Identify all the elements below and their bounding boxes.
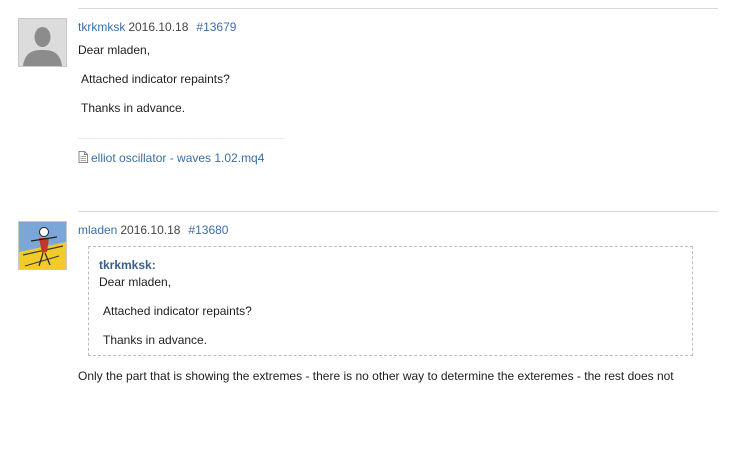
attachment: elliot oscillator - waves 1.02.mq4 [78, 151, 264, 166]
author-link[interactable]: mladen [78, 223, 117, 237]
attachment-divider [78, 138, 285, 139]
post-divider [78, 8, 718, 9]
post-meta: tkrkmksk 2016.10.18 #13679 [78, 20, 236, 34]
post-meta: mladen 2016.10.18 #13680 [78, 223, 228, 237]
avatar[interactable] [18, 221, 67, 270]
quote-line: Dear mladen, [99, 275, 172, 289]
quote-block: tkrkmksk: Dear mladen, Attached indicato… [88, 246, 693, 356]
quote-line: Attached indicator repaints? [103, 304, 252, 318]
post-divider [78, 211, 718, 212]
attachment-link[interactable]: elliot oscillator - waves 1.02.mq4 [91, 151, 264, 165]
author-link[interactable]: tkrkmksk [78, 20, 125, 34]
post-body-line: Attached indicator repaints? [81, 72, 230, 86]
post-date: 2016.10.18 [120, 223, 181, 237]
post-date: 2016.10.18 [128, 20, 189, 34]
quote-line: Thanks in advance. [103, 333, 208, 347]
post-13679: tkrkmksk 2016.10.18 #13679 Dear mladen, At… [18, 8, 718, 208]
default-user-avatar-icon [19, 19, 66, 66]
avatar[interactable] [18, 18, 67, 67]
mladen-user-avatar-icon [19, 222, 66, 269]
reply-text: Only the part that is showing the extrem… [78, 369, 674, 383]
post-body-line: Dear mladen, [78, 43, 151, 57]
post-number-link[interactable]: #13679 [196, 20, 236, 34]
post-number-link[interactable]: #13680 [188, 223, 228, 237]
post-body-line: Thanks in advance. [81, 101, 186, 115]
quote-author: tkrkmksk: [99, 258, 156, 272]
post-13680: mladen 2016.10.18 #13680 tkrkmksk: Dear ml… [18, 211, 718, 411]
file-icon [78, 151, 88, 166]
